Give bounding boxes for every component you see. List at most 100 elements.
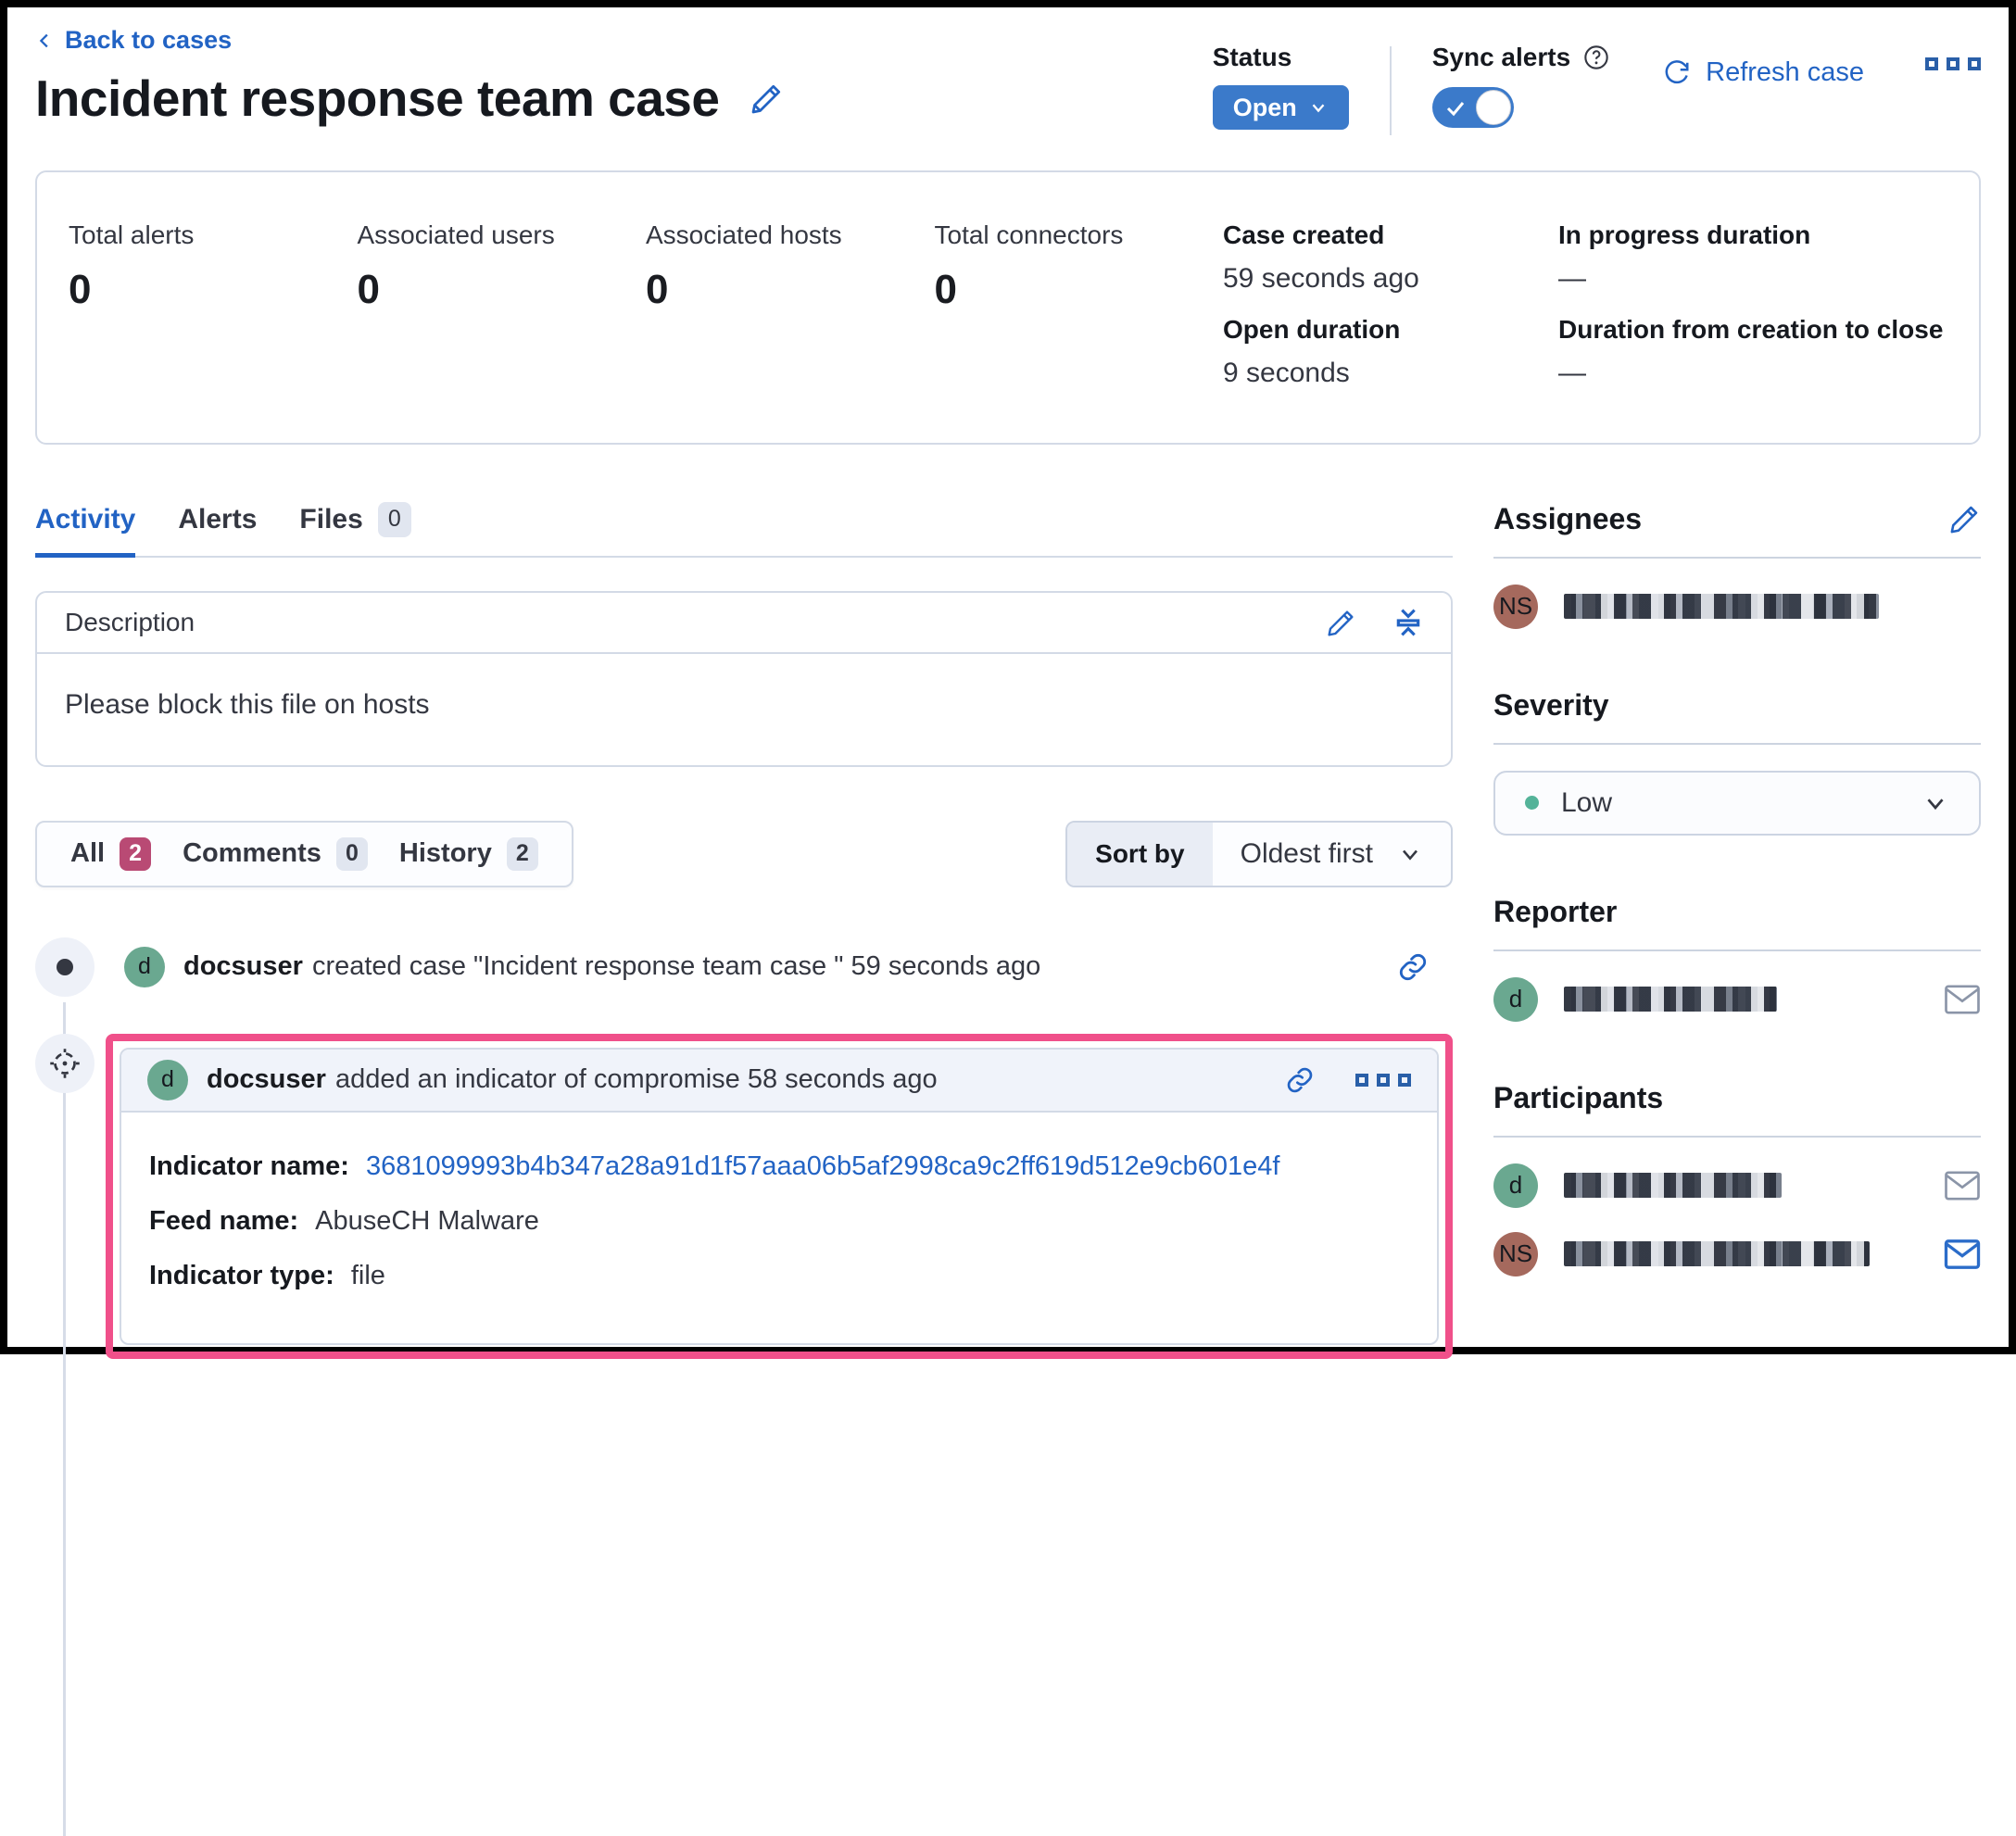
- back-to-cases-link[interactable]: Back to cases: [35, 26, 232, 55]
- indicator-name-link[interactable]: 3681099993b4b347a28a91d1f57aaa06b5af2998…: [366, 1151, 1279, 1182]
- participant-row: NS: [1493, 1231, 1981, 1276]
- tab-label: Alerts: [178, 503, 258, 534]
- edit-assignees-pencil-icon[interactable]: [1949, 503, 1981, 534]
- avatar: d: [1493, 1163, 1538, 1208]
- email-icon[interactable]: [1944, 1239, 1981, 1270]
- edit-description-pencil-icon[interactable]: [1327, 608, 1356, 637]
- reporter-title: Reporter: [1493, 894, 1618, 928]
- event-text: created case "Incident response team cas…: [311, 951, 1041, 981]
- case-detail-page: Back to cases Incident response team cas…: [7, 7, 2009, 1836]
- status-label: Status: [1212, 43, 1292, 71]
- stat-label: Total alerts: [69, 220, 195, 249]
- stat-value: 0: [357, 266, 380, 312]
- case-stats-panel: Total alerts 0 Associated users 0 Associ…: [35, 170, 1981, 445]
- avatar: NS: [1493, 584, 1538, 629]
- case-dates-column: Case created 59 seconds ago Open duratio…: [1223, 220, 1558, 409]
- timeline-entry-created: d docsuser created case "Incident respon…: [35, 937, 1453, 997]
- chevron-left-icon: [39, 33, 48, 47]
- field-label: Indicator name:: [149, 1151, 349, 1181]
- avatar: d: [147, 1059, 188, 1100]
- indicator-name-field: Indicator name: 3681099993b4b347a28a91d1…: [149, 1151, 1409, 1182]
- redacted-user-name: [1564, 1241, 1870, 1266]
- filter-history[interactable]: History 2: [398, 836, 538, 871]
- participants-section: Participants d NS: [1493, 1081, 1981, 1276]
- header-divider: [1389, 46, 1392, 135]
- case-header: Back to cases Incident response team cas…: [35, 26, 1981, 135]
- refresh-label: Refresh case: [1706, 57, 1864, 87]
- case-actions-more-icon[interactable]: [1925, 57, 1981, 70]
- field-label: Feed name:: [149, 1205, 299, 1236]
- avatar: d: [1493, 976, 1538, 1022]
- chevron-down-icon: [1403, 849, 1418, 861]
- email-icon[interactable]: [1944, 984, 1981, 1015]
- case-created-label: Case created: [1223, 220, 1385, 249]
- assignees-title: Assignees: [1493, 501, 1643, 535]
- severity-section: Severity Low: [1493, 688, 1981, 836]
- sync-alerts-group: Sync alerts: [1431, 43, 1609, 132]
- refresh-icon: [1665, 59, 1689, 83]
- stat-value: 0: [69, 266, 92, 312]
- all-count-badge: 2: [120, 836, 152, 871]
- sync-alerts-toggle[interactable]: [1431, 87, 1514, 128]
- filter-label: History: [398, 838, 492, 868]
- sort-by-label: Sort by: [1067, 822, 1213, 886]
- participants-title: Participants: [1493, 1080, 1664, 1114]
- email-icon[interactable]: [1944, 1170, 1981, 1201]
- open-duration-label: Open duration: [1223, 314, 1401, 344]
- copy-link-icon[interactable]: [1397, 951, 1429, 983]
- tab-label: Files: [299, 503, 363, 534]
- participant-row: d: [1493, 1163, 1981, 1208]
- back-link-label: Back to cases: [65, 26, 233, 54]
- description-title: Description: [65, 607, 195, 636]
- reporter-section: Reporter d: [1493, 895, 1981, 1022]
- tab-alerts[interactable]: Alerts: [178, 502, 257, 556]
- help-icon[interactable]: [1583, 44, 1609, 70]
- activity-timeline: d docsuser created case "Incident respon…: [35, 937, 1453, 1836]
- username: docsuser: [183, 951, 303, 981]
- severity-title: Severity: [1493, 687, 1609, 722]
- redacted-user-name: [1564, 594, 1879, 619]
- edit-title-pencil-icon[interactable]: [750, 82, 784, 115]
- stat-label: Total connectors: [934, 220, 1124, 249]
- status-value: Open: [1232, 93, 1297, 121]
- redacted-user-name: [1564, 987, 1777, 1012]
- case-tabs: Activity Alerts Files 0: [35, 501, 1453, 558]
- activity-filter-group: All 2 Comments 0 History 2: [35, 820, 573, 887]
- tab-activity[interactable]: Activity: [35, 502, 136, 558]
- toggle-thumb: [1475, 90, 1511, 125]
- copy-link-icon[interactable]: [1285, 1065, 1315, 1095]
- indicator-comment-card: d docsuser added an indicator of comprom…: [120, 1047, 1439, 1345]
- open-duration-value: 9 seconds: [1223, 357, 1350, 388]
- tab-files[interactable]: Files 0: [299, 501, 411, 556]
- timeline-entry-indicator: d docsuser added an indicator of comprom…: [35, 1033, 1453, 1359]
- severity-select[interactable]: Low: [1493, 770, 1981, 836]
- filter-label: Comments: [183, 838, 321, 868]
- severity-low-dot: [1525, 796, 1539, 810]
- history-count-badge: 2: [506, 836, 538, 871]
- reporter-row: d: [1493, 976, 1981, 1022]
- case-sidebar: Assignees NS Severity Low Reporter d Par…: [1493, 502, 1981, 1359]
- filter-all[interactable]: All 2: [70, 836, 152, 871]
- tab-label: Activity: [35, 503, 136, 534]
- assignees-section: Assignees NS: [1493, 502, 1981, 629]
- filter-comments[interactable]: Comments 0: [183, 836, 368, 871]
- sort-select[interactable]: Sort by Oldest first: [1065, 820, 1453, 887]
- assignee-row: NS: [1493, 584, 1981, 629]
- refresh-case-button[interactable]: Refresh case: [1663, 57, 1864, 88]
- case-created-value: 59 seconds ago: [1223, 262, 1419, 294]
- status-dropdown-button[interactable]: Open: [1212, 85, 1349, 130]
- indicator-type-field: Indicator type: file: [149, 1261, 1409, 1291]
- chevron-down-icon: [1927, 798, 1944, 810]
- field-value: file: [350, 1260, 385, 1290]
- collapse-description-icon[interactable]: [1393, 608, 1423, 637]
- files-count-badge: 0: [377, 501, 411, 537]
- in-progress-duration-label: In progress duration: [1558, 220, 1811, 249]
- stat-label: Associated hosts: [646, 220, 842, 249]
- avatar: d: [124, 946, 165, 987]
- sort-current-value: Oldest first: [1240, 837, 1373, 869]
- stat-total-alerts: Total alerts 0: [69, 220, 272, 409]
- redacted-user-name: [1564, 1173, 1782, 1198]
- comment-actions-more-icon[interactable]: [1355, 1073, 1411, 1087]
- timeline-dot-marker: [35, 937, 94, 997]
- comments-count-badge: 0: [335, 836, 368, 871]
